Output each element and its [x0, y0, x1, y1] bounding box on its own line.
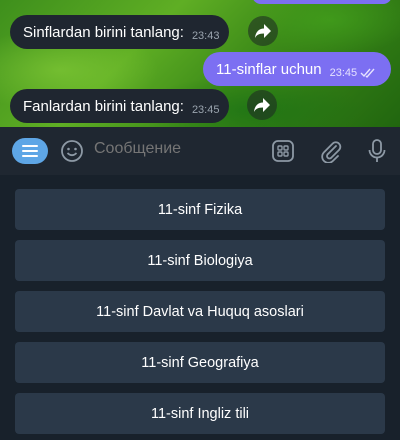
message-time: 23:43 — [191, 29, 220, 42]
keyboard-button-davlat-huquq[interactable]: 11-sinf Davlat va Huquq asoslari — [15, 291, 385, 332]
incoming-message[interactable]: Fanlardan birini tanlang: 23:45 — [10, 89, 230, 123]
keyboard-button-geografiya[interactable]: 11-sinf Geografiya — [15, 342, 385, 383]
message-composer — [0, 127, 400, 175]
message-text: Fanlardan birini tanlang: — [23, 97, 184, 115]
message-text: Sinflardan birini tanlang: — [23, 23, 184, 41]
double-check-icon — [360, 68, 376, 78]
attach-button[interactable] — [319, 139, 343, 163]
keyboard-button-biologiya[interactable]: 11-sinf Biologiya — [15, 240, 385, 281]
outgoing-message[interactable]: 11-sinflar uchun 23:45 — [203, 52, 391, 86]
bot-keyboard-icon — [272, 140, 294, 162]
message-text: 11-sinflar uchun — [216, 60, 322, 78]
bot-keyboard-button[interactable] — [272, 140, 294, 162]
message-input[interactable] — [94, 140, 264, 158]
forward-button[interactable] — [247, 90, 277, 120]
message-time: 23:45 — [191, 103, 220, 116]
bot-menu-button[interactable] — [12, 138, 48, 164]
incoming-message[interactable]: Sinflardan birini tanlang: 23:43 — [10, 15, 230, 49]
previous-message-bubble — [252, 0, 392, 4]
chat-area: Sinflardan birini tanlang: 23:43 11-sinf… — [0, 0, 400, 127]
voice-button[interactable] — [366, 139, 388, 163]
emoji-button[interactable] — [60, 139, 84, 163]
microphone-icon — [368, 139, 386, 162]
forward-arrow-icon — [255, 24, 271, 38]
keyboard-button-ingliz-tili[interactable]: 11-sinf Ingliz tili — [15, 393, 385, 434]
paperclip-icon — [321, 141, 342, 163]
menu-icon — [22, 145, 38, 157]
forward-arrow-icon — [254, 98, 270, 112]
forward-button[interactable] — [248, 16, 278, 46]
emoji-icon — [61, 140, 83, 162]
bot-reply-keyboard: 11-sinf Fizika 11-sinf Biologiya 11-sinf… — [0, 175, 400, 440]
message-time: 23:45 — [329, 66, 358, 79]
keyboard-button-fizika[interactable]: 11-sinf Fizika — [15, 189, 385, 230]
